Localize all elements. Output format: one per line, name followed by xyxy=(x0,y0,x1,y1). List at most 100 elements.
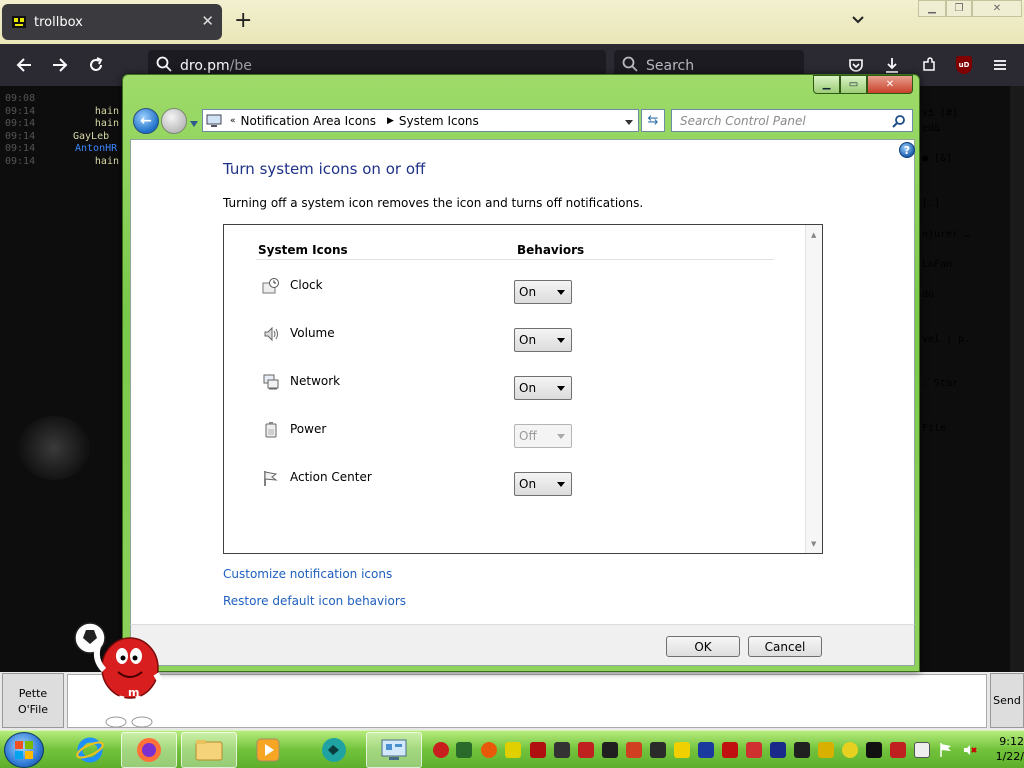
recent-pages-chevron-icon[interactable] xyxy=(189,117,199,127)
tray-app-icon[interactable] xyxy=(818,742,834,758)
network-tray-icon[interactable] xyxy=(914,742,930,758)
downloads-icon[interactable] xyxy=(881,54,903,76)
list-scrollbar[interactable]: ▲ ▼ xyxy=(805,225,822,553)
userlist-entry[interactable]: [.] xyxy=(922,198,940,209)
back-arrow-icon[interactable] xyxy=(13,54,35,76)
send-button[interactable]: Send xyxy=(990,673,1024,728)
userlist-entry[interactable]: vel | p. xyxy=(922,334,970,345)
tray-app-icon[interactable] xyxy=(602,742,618,758)
tray-app-icon[interactable] xyxy=(842,742,858,758)
menu-hamburger-icon[interactable] xyxy=(989,54,1011,76)
userlist-entry[interactable]: File xyxy=(922,423,946,434)
restore-default-behaviors-link[interactable]: Restore default icon behaviors xyxy=(223,594,406,608)
refresh-icon[interactable]: ⇆ xyxy=(641,109,665,132)
tray-app-icon[interactable] xyxy=(674,742,690,758)
reload-icon[interactable] xyxy=(85,54,107,76)
list-all-tabs-chevron-icon[interactable] xyxy=(850,12,866,28)
tab-title: trollbox xyxy=(34,14,83,30)
breadcrumb-item[interactable]: Notification Area Icons xyxy=(241,114,376,128)
userlist-entry[interactable]: ed& xyxy=(922,123,940,134)
tray-app-icon[interactable] xyxy=(650,742,666,758)
action-center-flag-icon[interactable] xyxy=(938,742,954,758)
scroll-down-icon[interactable]: ▼ xyxy=(811,540,816,548)
window-close-icon[interactable]: ✕ xyxy=(867,75,913,94)
url-host: dro.pm xyxy=(180,58,230,74)
browser-tab[interactable]: trollbox ✕ xyxy=(2,4,222,40)
tray-app-icon[interactable] xyxy=(578,742,594,758)
tray-app-icon[interactable] xyxy=(505,742,521,758)
breadcrumb-separator-icon[interactable]: ▶ xyxy=(387,116,394,126)
tray-app-icon[interactable] xyxy=(794,742,810,758)
page-title: Turn system icons on or off xyxy=(223,160,426,178)
tray-app-icon[interactable] xyxy=(722,742,738,758)
chat-app-icon[interactable] xyxy=(306,732,362,768)
window-maximize-icon[interactable]: ▭ xyxy=(840,75,867,94)
tray-app-icon[interactable] xyxy=(456,742,472,758)
taskbar-clock[interactable]: 9:12 1/22/ xyxy=(990,734,1024,764)
browser-tab-bar: trollbox ✕ + ▁ ❐ ✕ xyxy=(0,0,1024,44)
userlist-entry[interactable]: njurer … xyxy=(922,229,970,240)
computer-icon xyxy=(203,112,225,130)
userlist-entry[interactable]: do xyxy=(922,289,934,300)
control-panel-icon[interactable] xyxy=(366,732,422,768)
scroll-up-icon[interactable]: ▲ xyxy=(811,231,816,239)
tray-app-icon[interactable] xyxy=(698,742,714,758)
chat-line: 09:14 hain xyxy=(5,155,119,167)
close-icon[interactable]: ✕ xyxy=(972,0,1022,17)
network-behavior-select[interactable]: On xyxy=(514,376,572,400)
ok-button[interactable]: OK xyxy=(666,636,740,657)
address-dropdown-icon[interactable] xyxy=(624,116,634,126)
tray-app-icon[interactable] xyxy=(746,742,762,758)
page-scrollbar[interactable] xyxy=(1010,86,1024,676)
tray-app-icon[interactable] xyxy=(554,742,570,758)
row-label-action-center: Action Center xyxy=(290,470,372,484)
userlist-entry[interactable]: v5 [#] xyxy=(922,108,958,119)
new-tab-button[interactable]: + xyxy=(234,10,252,32)
tray-app-icon[interactable] xyxy=(481,742,497,758)
clock-behavior-select[interactable]: On xyxy=(514,280,572,304)
breadcrumb-overflow-icon[interactable]: « xyxy=(230,116,236,126)
extensions-icon[interactable] xyxy=(918,54,940,76)
address-bar[interactable]: « Notification Area Icons ▶ System Icons xyxy=(202,109,639,132)
search-icon xyxy=(622,56,638,76)
firefox-icon[interactable] xyxy=(121,732,177,768)
forward-arrow-icon[interactable] xyxy=(161,108,187,134)
pocket-icon[interactable] xyxy=(845,54,867,76)
action-center-behavior-select[interactable]: On xyxy=(514,472,572,496)
help-icon[interactable]: ? xyxy=(899,142,915,158)
customize-notification-icons-link[interactable]: Customize notification icons xyxy=(223,567,392,581)
search-icon[interactable] xyxy=(892,114,906,128)
tab-close-icon[interactable]: ✕ xyxy=(201,12,214,30)
internet-explorer-icon[interactable] xyxy=(62,732,118,768)
maximize-icon[interactable]: ❐ xyxy=(946,0,972,17)
tray-app-icon[interactable] xyxy=(626,742,642,758)
breadcrumb-item[interactable]: System Icons xyxy=(399,114,479,128)
back-arrow-icon[interactable]: ← xyxy=(133,108,159,134)
forward-arrow-icon[interactable] xyxy=(49,54,71,76)
column-header-icons: System Icons xyxy=(258,243,348,257)
window-minimize-icon[interactable]: ▁ xyxy=(813,75,840,94)
volume-behavior-select[interactable]: On xyxy=(514,328,572,352)
control-panel-search-input[interactable]: Search Control Panel xyxy=(671,109,913,132)
tray-app-icon[interactable] xyxy=(770,742,786,758)
tray-app-icon[interactable] xyxy=(866,742,882,758)
window-controls: ▁ ❐ ✕ xyxy=(918,0,1024,17)
action-center-flag-icon xyxy=(262,469,280,487)
explorer-folder-icon[interactable] xyxy=(181,732,237,768)
volume-muted-icon[interactable] xyxy=(962,742,978,758)
page-description: Turning off a system icon removes the ic… xyxy=(223,196,644,210)
userlist-entry[interactable]: : Star xyxy=(922,378,958,389)
tray-app-icon[interactable] xyxy=(530,742,546,758)
media-player-icon[interactable] xyxy=(240,732,296,768)
ublock-origin-icon[interactable]: uD xyxy=(956,56,972,74)
tray-app-icon[interactable] xyxy=(890,742,906,758)
system-icons-list: System Icons Behaviors Clock On Volume O… xyxy=(223,224,823,554)
cancel-button[interactable]: Cancel xyxy=(748,636,822,657)
userlist-entry[interactable]: ● [&] xyxy=(922,153,952,164)
chat-message-input[interactable] xyxy=(67,674,987,728)
username-button[interactable]: Pette O'File xyxy=(2,673,64,728)
minimize-icon[interactable]: ▁ xyxy=(918,0,946,17)
windows-start-orb-icon[interactable] xyxy=(4,732,44,768)
userlist-entry[interactable]: LoFan xyxy=(922,259,952,270)
tray-app-icon[interactable] xyxy=(433,742,449,758)
